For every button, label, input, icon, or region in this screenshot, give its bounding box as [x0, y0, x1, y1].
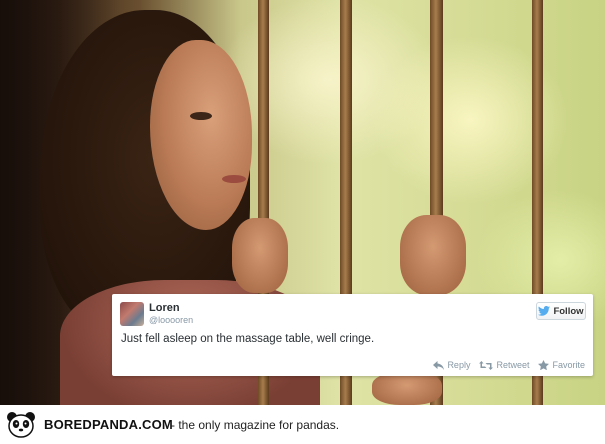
tweet-display-name[interactable]: Loren	[149, 302, 180, 314]
star-icon	[538, 360, 550, 370]
woman-hand-left	[232, 218, 288, 293]
tweet-handle[interactable]: @looooren	[149, 315, 193, 325]
reply-icon	[433, 360, 445, 370]
reply-label: Reply	[447, 360, 471, 370]
retweet-button[interactable]: Retweet	[479, 360, 529, 370]
retweet-icon	[479, 360, 494, 370]
woman-eye	[190, 112, 212, 120]
avatar[interactable]	[120, 302, 144, 326]
favorite-label: Favorite	[552, 360, 585, 370]
tweet-actions: Reply Retweet Favorite	[433, 360, 585, 370]
retweet-label: Retweet	[496, 360, 530, 370]
favorite-button[interactable]: Favorite	[538, 360, 585, 370]
follow-label: Follow	[553, 305, 584, 317]
bird-icon	[538, 306, 551, 316]
woman-hand-lower	[372, 372, 442, 405]
tweet-text: Just fell asleep on the massage table, w…	[121, 333, 375, 345]
brand-name[interactable]: BOREDPANDA.COM	[44, 417, 173, 432]
reply-button[interactable]: Reply	[433, 360, 470, 370]
footer-bar: BOREDPANDA.COM - the only magazine for p…	[0, 405, 605, 444]
follow-button[interactable]: Follow	[536, 302, 586, 320]
panda-icon[interactable]	[6, 411, 36, 439]
woman-lips	[222, 175, 246, 183]
brand-tagline: - the only magazine for pandas.	[171, 418, 340, 432]
woman-hand-right	[400, 215, 466, 295]
tweet-card: Loren @looooren Follow Just fell asleep …	[112, 294, 593, 376]
